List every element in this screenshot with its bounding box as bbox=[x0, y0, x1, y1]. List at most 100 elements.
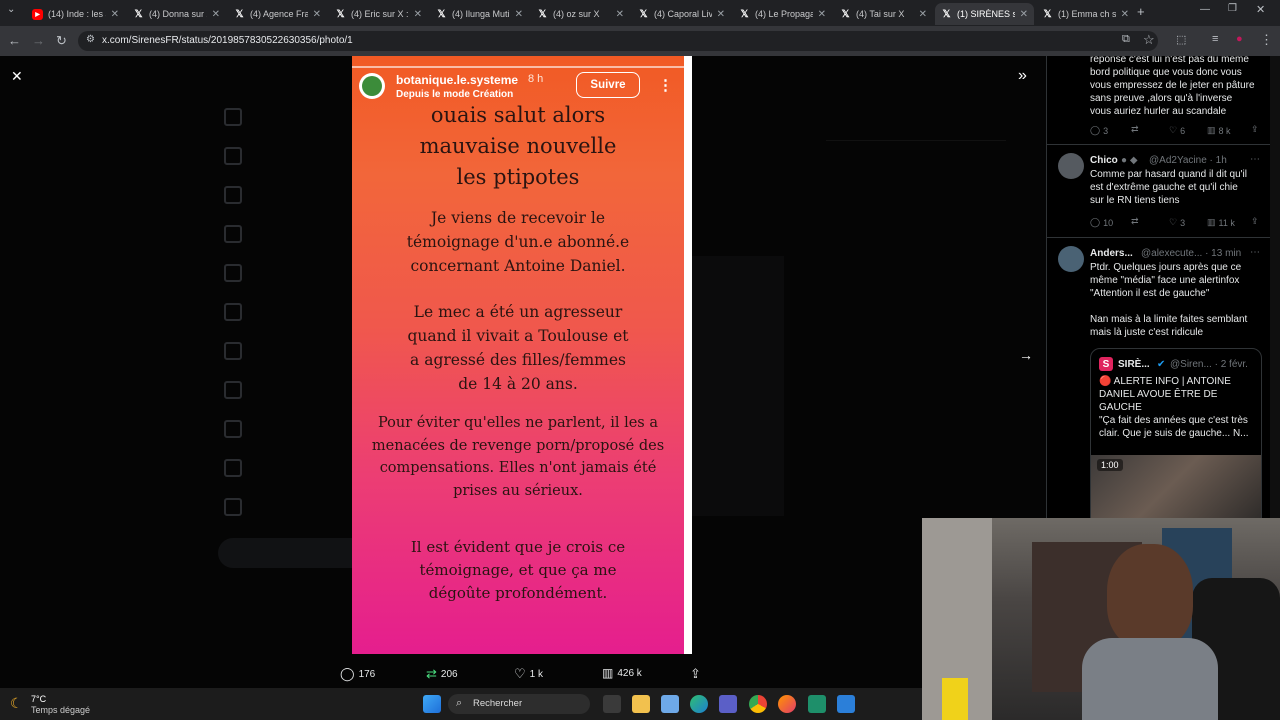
reload-icon[interactable]: ↻ bbox=[56, 33, 67, 49]
windows-start-icon[interactable] bbox=[423, 695, 441, 713]
edge-icon[interactable] bbox=[690, 695, 708, 713]
browser-tab[interactable]: 𝕏 (4) Ilunga Muti ✕ bbox=[430, 3, 529, 25]
close-window-icon[interactable]: ✕ bbox=[1256, 3, 1265, 16]
reply-author[interactable]: Anders... bbox=[1090, 247, 1133, 260]
weather-icon[interactable]: ☾ bbox=[10, 695, 23, 712]
reply-line: bord politique que vous donc vous bbox=[1090, 67, 1242, 78]
reply-line bbox=[1090, 300, 1268, 313]
avatar[interactable] bbox=[1058, 153, 1084, 179]
reply-handle[interactable]: @alexecute... · 13 min bbox=[1141, 247, 1241, 260]
expand-replies-icon[interactable]: » bbox=[1018, 67, 1027, 85]
browser-tab[interactable]: 𝕏 (1) SIRÈNES su ✕ bbox=[935, 3, 1034, 25]
store-icon[interactable] bbox=[661, 695, 679, 713]
reply-line: "Attention il est de gauche" bbox=[1090, 288, 1210, 299]
install-app-icon[interactable]: ⧉ bbox=[1122, 33, 1130, 46]
file-explorer-icon[interactable] bbox=[632, 695, 650, 713]
reply-line: réponse c'est lui n'est pas du même bbox=[1090, 56, 1249, 65]
story-photo[interactable]: botanique.le.systeme 8 h Depuis le mode … bbox=[352, 56, 684, 654]
back-icon[interactable]: ← bbox=[8, 33, 21, 48]
app3-icon[interactable] bbox=[837, 695, 855, 713]
reply-line: vous empressez de le jeter en pâture bbox=[1090, 80, 1255, 91]
new-tab-icon[interactable]: + bbox=[1137, 4, 1145, 19]
like-button[interactable]: ♡ 1 k bbox=[514, 666, 543, 682]
browser-tab[interactable]: 𝕏 (4) Caporal Liv ✕ bbox=[632, 3, 731, 25]
browser-tab[interactable]: 𝕏 (4) Le Propaga ✕ bbox=[733, 3, 832, 25]
reply-button[interactable]: ◯ 176 bbox=[340, 666, 375, 682]
reply-stat-views[interactable]: ▥ 11 k bbox=[1207, 217, 1235, 228]
tab-close-icon[interactable]: ✕ bbox=[717, 9, 725, 20]
site-info-icon[interactable]: ⚙ bbox=[86, 34, 95, 45]
reply-stat-reposts[interactable]: ⇄ bbox=[1131, 216, 1139, 227]
forward-icon[interactable]: → bbox=[32, 33, 45, 48]
browser-tab[interactable]: 𝕏 (4) Tai sur X ✕ bbox=[834, 3, 933, 25]
tab-close-icon[interactable]: ✕ bbox=[1121, 9, 1129, 20]
quoted-post[interactable]: S SIRÈ... ✔ @Siren... · 2 févr. 🔴 ALERTE… bbox=[1090, 348, 1262, 530]
search-icon: ⌕ bbox=[456, 697, 463, 709]
tab-search-icon[interactable]: ⌄ bbox=[7, 4, 15, 15]
bookmark-star-icon[interactable]: ☆ bbox=[1143, 32, 1155, 48]
chrome-icon[interactable] bbox=[749, 695, 767, 713]
menu-icon[interactable]: ⋮ bbox=[1260, 32, 1273, 48]
webcam-overlay bbox=[922, 518, 1280, 720]
browser-tab[interactable]: 𝕏 (4) Agence Fra ✕ bbox=[228, 3, 327, 25]
more-icon bbox=[224, 498, 242, 516]
reply-author[interactable]: Chico bbox=[1090, 154, 1118, 167]
tab-label: (4) Le Propaga bbox=[755, 9, 813, 19]
tab-close-icon[interactable]: ✕ bbox=[919, 9, 927, 20]
app2-icon[interactable] bbox=[808, 695, 826, 713]
more-icon[interactable]: ⋯ bbox=[1250, 153, 1260, 166]
tab-close-icon[interactable]: ✕ bbox=[616, 9, 624, 20]
story-paragraph-4: Pour éviter qu'elles ne parlent, il les … bbox=[352, 412, 684, 502]
browser-tab[interactable]: 𝕏 (1) Emma ch su ✕ bbox=[1036, 3, 1135, 25]
reply-text: Comme par hasard quand il dit qu'il est … bbox=[1090, 168, 1268, 207]
reply-share[interactable]: ⇪ bbox=[1251, 124, 1259, 135]
close-photo-icon[interactable]: ✕ bbox=[11, 68, 23, 85]
reply-stat-reposts[interactable]: ⇄ bbox=[1131, 124, 1139, 135]
avatar[interactable] bbox=[1058, 246, 1084, 272]
minimize-icon[interactable]: — bbox=[1200, 4, 1210, 15]
browser-tab[interactable]: 𝕏 (4) Donna sur X ✕ bbox=[127, 3, 226, 25]
story-paragraph-2: Je viens de recevoir le témoignage d'un.… bbox=[352, 206, 684, 278]
reply-line: sans preuve ,alors qu'à l'inverse bbox=[1090, 93, 1233, 104]
reply-share[interactable]: ⇪ bbox=[1251, 216, 1259, 227]
x-icon: 𝕏 bbox=[235, 8, 244, 20]
tab-close-icon[interactable]: ✕ bbox=[111, 9, 119, 20]
task-view-icon[interactable] bbox=[603, 695, 621, 713]
media-icon[interactable]: ≡ bbox=[1212, 33, 1218, 45]
more-icon[interactable]: ⋯ bbox=[1250, 246, 1260, 259]
tab-close-icon[interactable]: ✕ bbox=[212, 9, 220, 20]
weather-temp[interactable]: 7°C bbox=[31, 694, 46, 704]
extensions-icon[interactable]: ⬚ bbox=[1176, 33, 1186, 46]
restore-icon[interactable]: ❐ bbox=[1228, 3, 1237, 14]
share-button[interactable]: ⇪ bbox=[690, 666, 701, 682]
search-placeholder: Rechercher bbox=[473, 698, 523, 709]
firefox-icon[interactable] bbox=[778, 695, 796, 713]
tab-close-icon[interactable]: ✕ bbox=[313, 9, 321, 20]
tab-bar: ⌄ ▶ (14) Inde : les a ✕ 𝕏 (4) Donna sur X ✕ 𝕏 (… bbox=[0, 0, 1280, 26]
reply-text: réponse c'est lui n'est pas du même bord… bbox=[1090, 56, 1268, 118]
url-text[interactable]: x.com/SirenesFR/status/20198578305226303… bbox=[102, 35, 353, 46]
reply-stat-views[interactable]: ▥ 8 k bbox=[1207, 125, 1231, 136]
reply-stat-replies[interactable]: ◯ 3 bbox=[1090, 125, 1108, 136]
tab-close-icon[interactable]: ✕ bbox=[1020, 9, 1028, 20]
share-icon: ⇪ bbox=[1251, 124, 1259, 134]
tab-close-icon[interactable]: ✕ bbox=[414, 9, 422, 20]
repost-button[interactable]: ⇄ 206 bbox=[426, 666, 458, 682]
reply-handle[interactable]: @Ad2Yacine · 1h bbox=[1149, 154, 1227, 167]
next-photo-icon[interactable]: → bbox=[1019, 347, 1033, 363]
tab-close-icon[interactable]: ✕ bbox=[818, 9, 826, 20]
reply-stat-likes[interactable]: ♡ 6 bbox=[1169, 125, 1185, 136]
story-more-icon[interactable]: ⋮ bbox=[658, 76, 673, 94]
reply-stat-likes[interactable]: ♡ 3 bbox=[1169, 217, 1185, 228]
profile-avatar[interactable]: ● bbox=[1236, 33, 1243, 45]
app-icon[interactable] bbox=[719, 695, 737, 713]
reply-stat-replies[interactable]: ◯ 10 bbox=[1090, 217, 1113, 228]
weather-desc[interactable]: Temps dégagé bbox=[31, 705, 90, 715]
browser-tab[interactable]: ▶ (14) Inde : les a ✕ bbox=[26, 3, 125, 25]
follow-button[interactable]: Suivre bbox=[576, 72, 640, 98]
views-button[interactable]: ▥ 426 k bbox=[602, 666, 642, 680]
browser-tab[interactable]: 𝕏 (4) Eric sur X : ✕ bbox=[329, 3, 428, 25]
divider bbox=[1047, 144, 1271, 145]
tab-close-icon[interactable]: ✕ bbox=[515, 9, 523, 20]
browser-tab[interactable]: 𝕏 (4) oz sur X ✕ bbox=[531, 3, 630, 25]
